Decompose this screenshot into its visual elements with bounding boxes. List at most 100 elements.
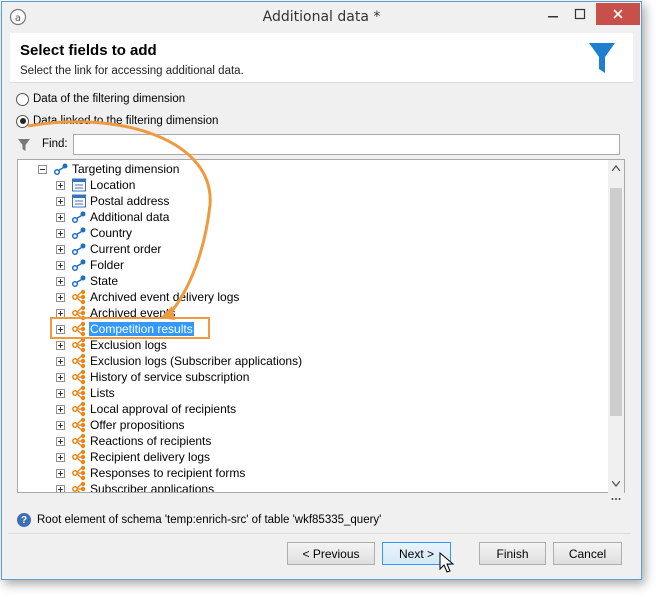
tree-item[interactable]: Responses to recipient forms [56,465,246,481]
tree-item[interactable]: Additional data [56,209,170,225]
tree-item[interactable]: Subscriber applications [56,481,215,492]
collection-link-icon [71,465,87,481]
radio-linked-dimension[interactable] [16,114,29,128]
tree-item[interactable]: Reactions of recipients [56,433,212,449]
link-icon [71,257,87,273]
expand-icon[interactable] [56,468,65,478]
tree-item[interactable]: Country [56,225,133,241]
scrollbar-thumb[interactable] [610,188,622,416]
tree-item[interactable]: Location [56,177,136,193]
tree-item[interactable]: Archived event delivery logs [56,289,240,305]
tree-item-label: Exclusion logs (Subscriber applications) [90,354,303,368]
tree-item-label: Current order [90,242,162,256]
close-button[interactable] [596,3,640,25]
expand-icon[interactable] [56,212,65,222]
mouse-cursor-icon [439,552,455,573]
expand-icon[interactable] [56,420,65,430]
tree-item-label: Postal address [90,194,170,208]
tree-item-label: Additional data [90,210,170,224]
collection-link-icon [71,337,87,353]
find-input[interactable] [73,134,620,155]
tree-item[interactable]: Folder [56,257,125,273]
expand-icon[interactable] [56,276,65,286]
expand-icon[interactable] [56,292,65,302]
option-linked-dimension[interactable]: Data linked to the filtering dimension [16,113,218,129]
tree-item-label: Reactions of recipients [90,434,212,448]
tree-item-label: Exclusion logs [90,338,167,352]
expand-icon[interactable] [56,340,65,350]
more-options-button[interactable] [608,492,624,506]
tree-item[interactable]: Exclusion logs [56,337,168,353]
link-icon [71,209,87,225]
tree-item[interactable]: Offer propositions [56,417,186,433]
tree-item-label: Country [90,226,133,240]
collection-link-icon [71,481,87,492]
page-subtitle: Select the link for accessing additional… [20,65,244,77]
expand-icon[interactable] [56,404,65,414]
tree-item[interactable]: Current order [56,241,162,257]
status-bar: ? Root element of schema 'temp:enrich-sr… [17,512,381,528]
cancel-button[interactable]: Cancel [553,542,622,565]
scroll-down-button[interactable] [608,476,624,492]
tree-root-label: Targeting dimension [72,162,180,176]
vertical-scrollbar[interactable] [608,160,624,492]
finish-button[interactable]: Finish [479,542,546,565]
tree-item[interactable]: Postal address [56,193,170,209]
maximize-icon [574,8,586,20]
chevron-down-icon [612,481,620,487]
minimize-button[interactable] [540,4,566,24]
tree-root[interactable]: Targeting dimension [38,161,180,177]
expand-icon[interactable] [56,228,65,238]
minimize-icon [548,16,558,18]
expand-icon[interactable] [56,356,65,366]
footer-divider [8,533,631,534]
tree-item[interactable]: Lists [56,385,116,401]
filter-icon [17,134,31,156]
radio-filtering-dimension[interactable] [16,92,29,106]
collapse-icon[interactable] [38,164,47,174]
tree-item[interactable]: History of service subscription [56,369,250,385]
collection-link-icon [71,417,87,433]
tree-item-label: Location [90,178,136,192]
tree-item-label: Offer propositions [90,418,185,432]
page-title: Select fields to add [20,42,157,59]
expand-icon[interactable] [56,436,65,446]
collection-link-icon [71,401,87,417]
previous-button[interactable]: < Previous [287,542,375,565]
expand-icon[interactable] [56,180,65,190]
expand-icon[interactable] [56,196,65,206]
highlight-box [50,317,210,339]
expand-icon[interactable] [56,452,65,462]
option-label: Data of the filtering dimension [33,93,186,105]
tree-item[interactable]: State [56,273,119,289]
tree-item[interactable]: Recipient delivery logs [56,449,211,465]
wizard-header: Select fields to add Select the link for… [10,33,633,83]
tree-item-label: History of service subscription [90,370,250,384]
scroll-up-button[interactable] [608,160,624,176]
tree-item-label: Archived event delivery logs [90,290,240,304]
expand-icon[interactable] [56,372,65,382]
expand-icon[interactable] [56,484,65,492]
find-label: Find: [42,138,68,150]
collection-link-icon [71,289,87,305]
chevron-up-icon [612,165,620,171]
option-filtering-dimension[interactable]: Data of the filtering dimension [16,91,185,107]
tree-item-label: Recipient delivery logs [90,450,211,464]
tree-item[interactable]: Local approval of recipients [56,401,237,417]
maximize-button[interactable] [567,4,593,24]
link-icon [53,161,69,177]
table-icon [71,177,87,193]
collection-link-icon [71,353,87,369]
collection-link-icon [71,449,87,465]
link-icon [71,225,87,241]
collection-link-icon [71,385,87,401]
tree-item[interactable]: Exclusion logs (Subscriber applications) [56,353,303,369]
expand-icon[interactable] [56,260,65,270]
link-icon [71,273,87,289]
collection-link-icon [71,369,87,385]
expand-icon[interactable] [56,244,65,254]
expand-icon[interactable] [56,388,65,398]
close-icon [613,9,623,19]
title-bar[interactable]: a Additional data * [2,2,641,32]
table-icon [71,193,87,209]
